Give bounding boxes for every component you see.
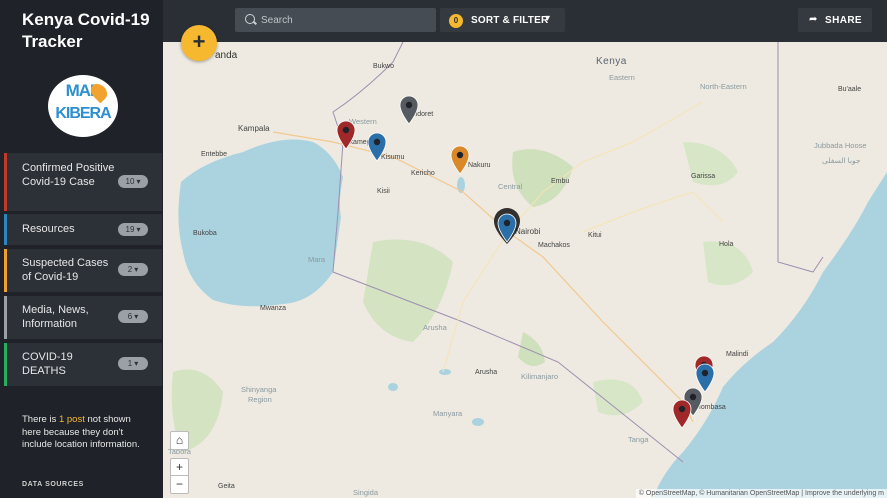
category-count-badge[interactable]: 19 <box>118 223 148 236</box>
category-count-badge[interactable]: 1 <box>118 357 148 370</box>
category-confirmed-cases[interactable]: Confirmed Positive Covid-19 Case 10 <box>4 153 162 211</box>
logo-text-bottom: KIBERA <box>55 105 111 122</box>
category-count-badge[interactable]: 10 <box>118 175 148 188</box>
marker-layer <box>336 95 715 429</box>
category-covid-deaths[interactable]: COVID-19 DEATHS 1 <box>4 343 162 386</box>
category-label: Resources <box>22 223 75 235</box>
category-suspected-cases[interactable]: Suspected Cases of Covid-19 2 <box>4 249 162 292</box>
category-count-badge[interactable]: 6 <box>118 310 148 323</box>
nairobi-marker[interactable] <box>494 208 520 244</box>
category-label: COVID-19 DEATHS <box>22 351 73 377</box>
sort-filter-button[interactable]: 0 SORT & FILTER ▾ <box>440 8 565 32</box>
share-button[interactable]: ➦ SHARE <box>798 8 872 32</box>
unmapped-posts-notice: There is 1 post not shown here because t… <box>22 414 152 452</box>
category-label: Suspected Cases of Covid-19 <box>22 257 109 283</box>
sidebar: Kenya Covid-19 Tracker MAP KIBERA Confir… <box>0 0 163 498</box>
search-box[interactable] <box>235 8 436 32</box>
search-input[interactable] <box>261 12 431 28</box>
map-attribution[interactable]: © OpenStreetMap, © Humanitarian OpenStre… <box>635 489 887 498</box>
map-view[interactable]: anda Kampala Entebbe Bukwo Western Eldor… <box>163 42 887 498</box>
data-sources-heading[interactable]: DATA SOURCES <box>22 481 84 488</box>
notice-text-pre: There is <box>22 414 59 425</box>
category-media-news[interactable]: Media, News, Information 6 <box>4 296 162 339</box>
mombasa-marker-red[interactable] <box>672 399 692 429</box>
unmapped-posts-link[interactable]: 1 post <box>59 414 85 425</box>
search-icon <box>245 14 255 24</box>
category-resources[interactable]: Resources 19 <box>4 214 162 245</box>
sort-filter-label: SORT & FILTER <box>471 15 549 26</box>
add-post-button[interactable]: + <box>181 25 217 61</box>
chevron-down-icon: ▾ <box>545 13 551 24</box>
logo-text-top: MAP <box>65 81 102 100</box>
category-label: Media, News, Information <box>22 304 89 330</box>
category-label: Confirmed Positive Covid-19 Case <box>22 162 115 188</box>
zoom-out-button[interactable]: − <box>170 476 189 494</box>
kisumu-marker[interactable] <box>367 132 387 162</box>
app-title: Kenya Covid-19 Tracker <box>22 10 150 51</box>
share-icon: ➦ <box>809 14 818 25</box>
zoom-in-button[interactable]: + <box>170 458 189 476</box>
share-label: SHARE <box>825 15 863 26</box>
eldoret-marker[interactable] <box>399 95 419 125</box>
malindi-marker-blue[interactable] <box>695 363 715 393</box>
filter-count-badge: 0 <box>449 14 463 28</box>
map-kibera-logo: MAP KIBERA <box>48 75 118 137</box>
kakamega-marker[interactable] <box>336 120 356 150</box>
home-icon[interactable]: ⌂ <box>170 431 189 450</box>
nakuru-marker[interactable] <box>450 145 470 175</box>
top-bar: 0 SORT & FILTER ▾ ➦ SHARE <box>163 0 887 42</box>
category-count-badge[interactable]: 2 <box>118 263 148 276</box>
